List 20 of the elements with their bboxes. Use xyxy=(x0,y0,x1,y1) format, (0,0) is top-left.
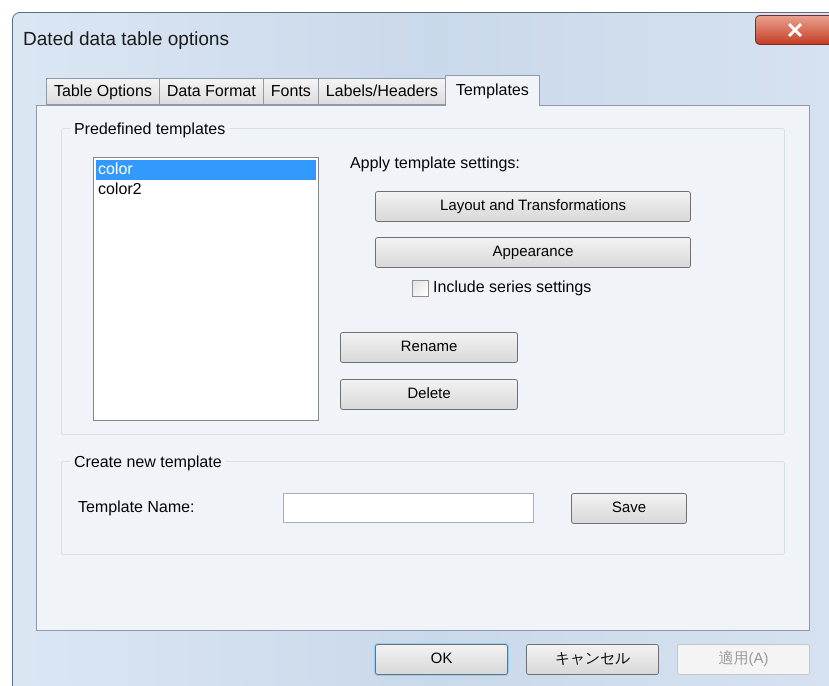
apply-button[interactable]: Layout and Transformations xyxy=(375,191,691,222)
apply-button[interactable]: Appearance xyxy=(375,237,691,268)
tab[interactable]: Table Options xyxy=(46,78,160,105)
apply-label: Apply template settings: xyxy=(350,154,521,174)
tab[interactable]: Labels/Headers xyxy=(318,78,446,105)
action-button[interactable]: Rename xyxy=(340,332,518,363)
close-icon xyxy=(787,23,803,37)
window-title: Dated data table options xyxy=(23,28,229,52)
tab[interactable]: Data Format xyxy=(158,78,264,105)
dialog-button[interactable]: OK xyxy=(375,644,508,675)
close-button[interactable] xyxy=(755,15,829,45)
field-label: Template Name: xyxy=(78,498,196,518)
template-name-field[interactable] xyxy=(283,493,534,523)
list-item[interactable]: color2 xyxy=(96,180,316,200)
dialog-button[interactable]: キャンセル xyxy=(526,644,659,675)
tab[interactable]: Fonts xyxy=(262,78,319,105)
include-series-checkbox[interactable]: Include series settings xyxy=(412,276,691,300)
tab[interactable]: Templates xyxy=(444,75,540,106)
action-button[interactable]: Delete xyxy=(340,379,518,410)
save-button[interactable]: Save xyxy=(571,492,687,524)
